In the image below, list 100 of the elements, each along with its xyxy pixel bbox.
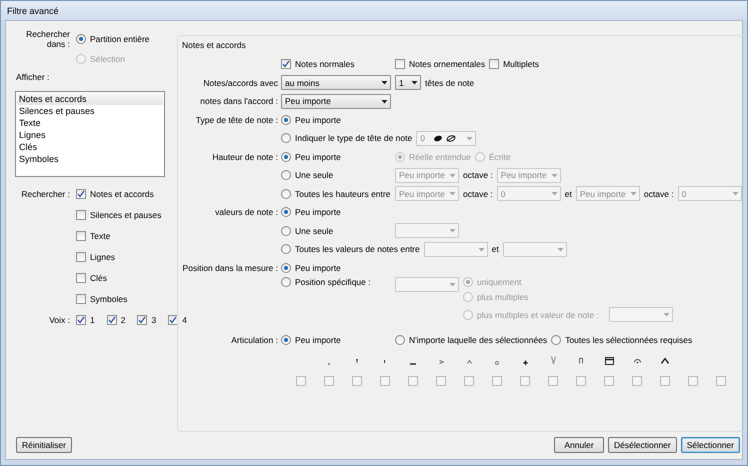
list-item[interactable]: Symboles <box>17 153 163 165</box>
option-label: Indiquer le type de tête de note <box>295 133 412 144</box>
checkbox[interactable] <box>520 376 530 386</box>
radio-button[interactable] <box>281 133 291 144</box>
option-label: Toutes les hauteurs entre <box>295 188 390 199</box>
radio-button[interactable] <box>281 244 291 254</box>
checkbox[interactable] <box>324 376 334 386</box>
checkbox[interactable] <box>660 376 670 386</box>
checkbox[interactable] <box>76 294 86 304</box>
option-label: N'importe laquelle des sélectionnées <box>409 335 548 346</box>
option-label: Toutes les valeurs de notes entre <box>295 244 420 254</box>
checkbox[interactable] <box>76 210 86 220</box>
option-label: Réelle entendue <box>409 152 471 162</box>
checkbox[interactable] <box>76 272 86 282</box>
boxed-icon <box>604 357 614 365</box>
checkbox[interactable] <box>576 376 586 386</box>
dropdown[interactable]: 1 <box>395 75 421 90</box>
list-item[interactable]: Notes et accords <box>17 93 163 105</box>
option-label: 2 <box>120 314 126 324</box>
wedge-icon <box>356 358 358 364</box>
option-label: Multiplets <box>503 59 539 70</box>
option-label: Peu importe <box>295 207 341 218</box>
caret-icon <box>381 98 388 104</box>
field-label: valeurs de note : <box>214 207 278 218</box>
action-button[interactable]: Désélectionner <box>608 437 677 453</box>
option-label: plus multiples <box>477 292 528 302</box>
field-label: octave : <box>463 188 493 199</box>
checkbox[interactable] <box>76 188 86 198</box>
checkbox[interactable] <box>76 252 86 262</box>
option-label: Une seule <box>295 226 334 236</box>
option-label: Lignes <box>90 252 116 262</box>
checkbox[interactable] <box>380 376 390 386</box>
caret-icon <box>381 80 388 86</box>
checkbox[interactable] <box>548 376 558 386</box>
circle-dot-icon <box>634 359 640 364</box>
caret-icon <box>662 312 670 317</box>
checkbox[interactable] <box>395 59 405 70</box>
chevron-icon <box>661 358 669 364</box>
radio-button[interactable] <box>281 152 291 162</box>
option-label: Sélection <box>90 54 125 64</box>
checkbox[interactable] <box>296 376 306 386</box>
field-label: Articulation : <box>230 335 278 346</box>
caret-icon <box>449 191 456 196</box>
option-label: Notes et accords <box>90 188 154 198</box>
radio-button[interactable] <box>281 335 291 346</box>
field-label: Hauteur de note : <box>211 152 278 162</box>
field-label: Voix : <box>48 314 70 324</box>
radio-button[interactable] <box>281 226 291 236</box>
radio-button[interactable] <box>281 262 291 273</box>
radio-button[interactable] <box>281 170 291 180</box>
option-label: Peu importe <box>295 262 341 273</box>
caret-icon <box>550 172 558 178</box>
caret-icon <box>466 136 474 141</box>
dropdown[interactable]: au moins <box>281 75 391 90</box>
checkbox[interactable] <box>464 376 474 386</box>
checkbox[interactable] <box>604 376 614 386</box>
action-button[interactable]: Annuler <box>554 437 604 453</box>
action-button[interactable]: Sélectionner <box>680 437 740 453</box>
option-label: Clés <box>90 272 108 282</box>
checkbox[interactable] <box>436 376 446 386</box>
radio-button[interactable] <box>281 207 291 218</box>
radio-button[interactable] <box>76 34 86 44</box>
list-item[interactable]: Clés <box>17 141 163 153</box>
bow-icon <box>579 358 583 364</box>
field-label: octave : <box>644 188 674 199</box>
caret-icon <box>556 246 564 252</box>
radio-button[interactable] <box>281 188 291 199</box>
checkbox[interactable] <box>281 59 291 70</box>
checkbox[interactable] <box>716 376 726 386</box>
checkbox[interactable] <box>352 376 362 386</box>
checkbox[interactable] <box>168 314 178 324</box>
option-label: uniquement <box>477 277 522 287</box>
caret-icon <box>550 191 558 196</box>
caret-icon <box>732 191 739 196</box>
radio-button[interactable] <box>395 335 405 346</box>
radio-button[interactable] <box>551 335 562 346</box>
checkbox[interactable] <box>492 376 502 386</box>
checkbox[interactable] <box>76 314 86 324</box>
checkbox[interactable] <box>408 376 418 386</box>
field-label: Position dans la mesure : <box>182 262 278 273</box>
checkbox[interactable] <box>632 376 642 386</box>
field-label: notes dans l'accord : <box>199 96 278 106</box>
checkbox[interactable] <box>489 59 500 70</box>
list-item[interactable]: Silences et pauses <box>17 105 163 117</box>
option-label: Peu importe <box>295 335 341 346</box>
option-label: 3 <box>151 314 156 324</box>
caret-icon <box>630 191 637 196</box>
dropdown[interactable]: Peu importe <box>281 94 391 109</box>
list-item[interactable]: Texte <box>17 117 163 129</box>
checkbox[interactable] <box>76 230 86 240</box>
checkbox[interactable] <box>688 376 698 386</box>
reset-button[interactable]: Réinitialiser <box>16 437 72 453</box>
checkbox[interactable] <box>106 314 117 324</box>
radio-button[interactable] <box>281 277 291 287</box>
caret-icon <box>449 172 456 178</box>
checkbox[interactable] <box>137 314 148 324</box>
dash-icon <box>410 362 416 364</box>
field-label: et <box>492 244 499 254</box>
radio-button[interactable] <box>281 114 291 125</box>
list-item[interactable]: Lignes <box>17 129 163 141</box>
